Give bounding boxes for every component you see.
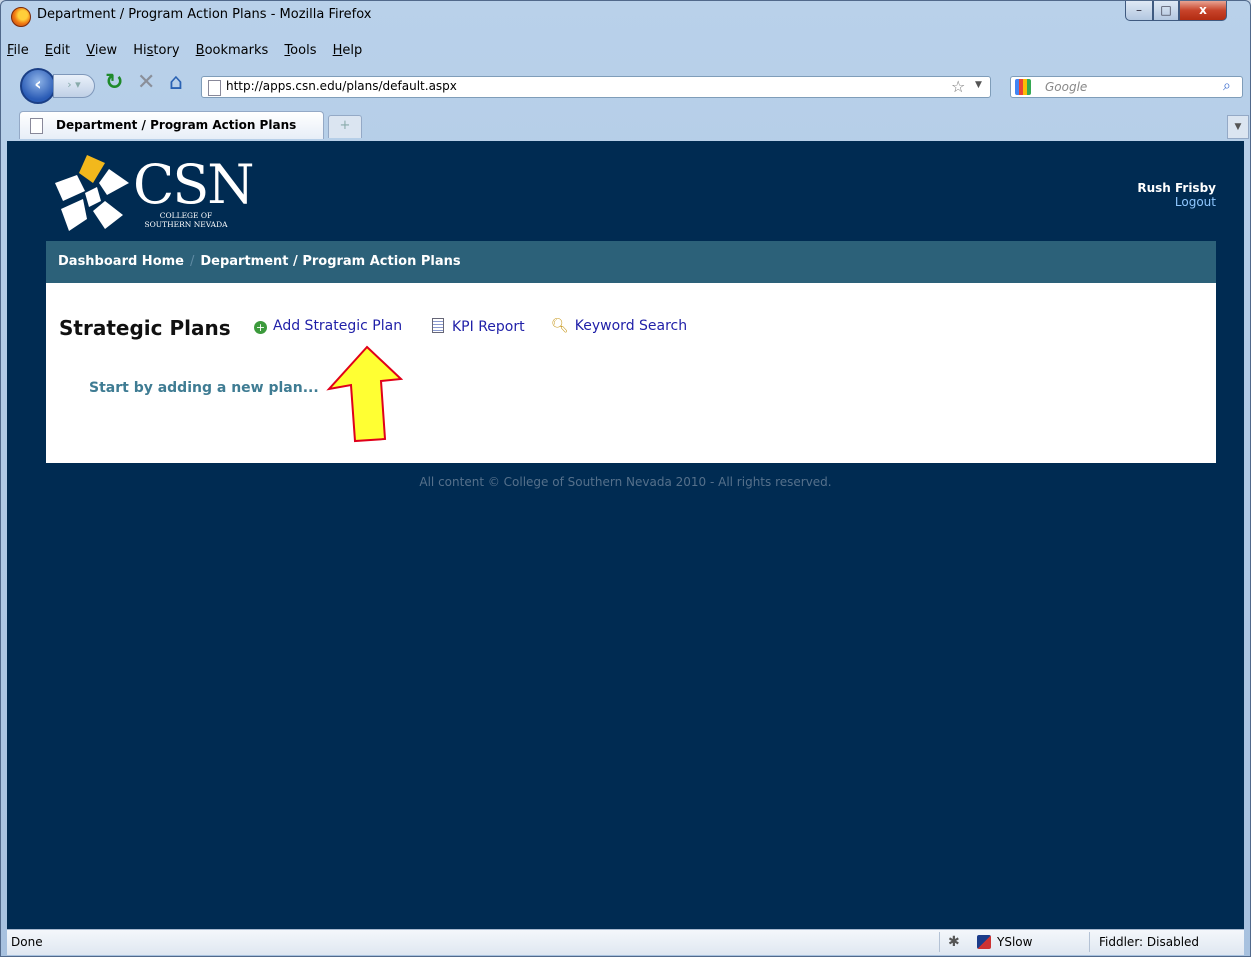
tab-active[interactable]: Department / Program Action Plans xyxy=(19,111,324,139)
browser-window: Department / Program Action Plans - Mozi… xyxy=(0,0,1251,957)
annotation-up-arrow-icon xyxy=(326,345,403,443)
breadcrumb-separator: / xyxy=(189,254,195,269)
bookmark-star-icon[interactable]: ☆ xyxy=(951,77,965,96)
footer-copyright: All content © College of Southern Nevada… xyxy=(419,475,832,489)
url-history-dropdown-icon[interactable]: ▼ xyxy=(975,80,982,90)
logo-text: CSN xyxy=(133,153,255,216)
main-panel: Strategic Plans + Add Strategic Plan KPI … xyxy=(46,283,1216,463)
add-icon: + xyxy=(254,321,267,334)
menu-bar: File Edit View History Bookmarks Tools H… xyxy=(7,43,374,63)
keyword-search-link[interactable]: 🔍︎ Keyword Search xyxy=(551,318,687,334)
tab-label: Department / Program Action Plans xyxy=(56,118,297,132)
forward-button[interactable]: › ▾ xyxy=(53,74,95,98)
fiddler-status[interactable]: Fiddler: Disabled xyxy=(1099,935,1199,949)
maximize-button[interactable]: □ xyxy=(1153,1,1179,21)
breadcrumb: Dashboard Home / Department / Program Acti… xyxy=(46,241,1216,283)
tab-page-icon xyxy=(30,118,43,134)
back-button[interactable]: ‹ xyxy=(20,68,56,104)
magnifier-icon: 🔍︎ xyxy=(551,318,569,334)
close-window-button[interactable]: x xyxy=(1179,1,1227,21)
breadcrumb-current[interactable]: Department / Program Action Plans xyxy=(200,254,460,269)
status-text: Done xyxy=(11,935,43,949)
user-name: Rush Frisby xyxy=(1137,181,1216,195)
page-icon xyxy=(208,80,221,96)
yslow-icon[interactable] xyxy=(977,935,991,949)
menu-help[interactable]: Help xyxy=(333,43,363,58)
url-bar[interactable]: http://apps.csn.edu/plans/default.aspx xyxy=(201,76,991,98)
navigation-toolbar: ‹ › ▾ ↻ ✕ ⌂ http://apps.csn.edu/plans/de… xyxy=(17,65,1247,107)
title-bar: Department / Program Action Plans - Mozi… xyxy=(1,1,1250,39)
new-tab-button[interactable]: + xyxy=(328,115,362,138)
yslow-label[interactable]: YSlow xyxy=(997,935,1032,949)
home-button[interactable]: ⌂ xyxy=(169,71,183,95)
user-info: Rush Frisby Logout xyxy=(1137,181,1216,209)
url-text: http://apps.csn.edu/plans/default.aspx xyxy=(226,79,457,93)
search-placeholder: Google xyxy=(1045,80,1088,94)
reload-button[interactable]: ↻ xyxy=(105,71,123,95)
menu-tools[interactable]: Tools xyxy=(284,43,316,58)
menu-bookmarks[interactable]: Bookmarks xyxy=(196,43,269,58)
menu-file[interactable]: File xyxy=(7,43,29,58)
search-bar[interactable]: Google ⌕ xyxy=(1010,76,1243,98)
logout-link[interactable]: Logout xyxy=(1137,195,1216,209)
report-icon xyxy=(432,318,444,333)
minimize-button[interactable]: – xyxy=(1125,1,1153,21)
window-title: Department / Program Action Plans - Mozi… xyxy=(37,7,372,22)
menu-history[interactable]: History xyxy=(133,43,179,58)
tab-bar: Department / Program Action Plans + ▼ xyxy=(1,107,1250,141)
status-bar: Done ✱ YSlow Fiddler: Disabled xyxy=(7,929,1244,955)
page-title: Strategic Plans xyxy=(59,316,231,340)
kpi-report-link[interactable]: KPI Report xyxy=(432,318,525,335)
firefox-logo-icon xyxy=(11,7,31,27)
google-engine-icon[interactable] xyxy=(1015,79,1031,95)
breadcrumb-dashboard-home[interactable]: Dashboard Home xyxy=(58,254,184,269)
stop-button[interactable]: ✕ xyxy=(137,71,155,95)
menu-edit[interactable]: Edit xyxy=(45,43,70,58)
add-strategic-plan-link[interactable]: + Add Strategic Plan xyxy=(254,318,402,334)
list-all-tabs-button[interactable]: ▼ xyxy=(1227,115,1249,139)
page-content: CSN COLLEGE OF SOUTHERN NEVADA Rush Fris… xyxy=(7,141,1244,929)
empty-state-message: Start by adding a new plan... xyxy=(89,380,319,396)
logo-subtitle: COLLEGE OF SOUTHERN NEVADA xyxy=(144,211,228,229)
firebug-icon[interactable]: ✱ xyxy=(948,934,960,950)
csn-logo[interactable]: CSN COLLEGE OF SOUTHERN NEVADA xyxy=(47,153,255,235)
search-go-icon[interactable]: ⌕ xyxy=(1223,78,1231,94)
menu-view[interactable]: View xyxy=(86,43,117,58)
csn-star-logo-icon xyxy=(55,155,129,231)
